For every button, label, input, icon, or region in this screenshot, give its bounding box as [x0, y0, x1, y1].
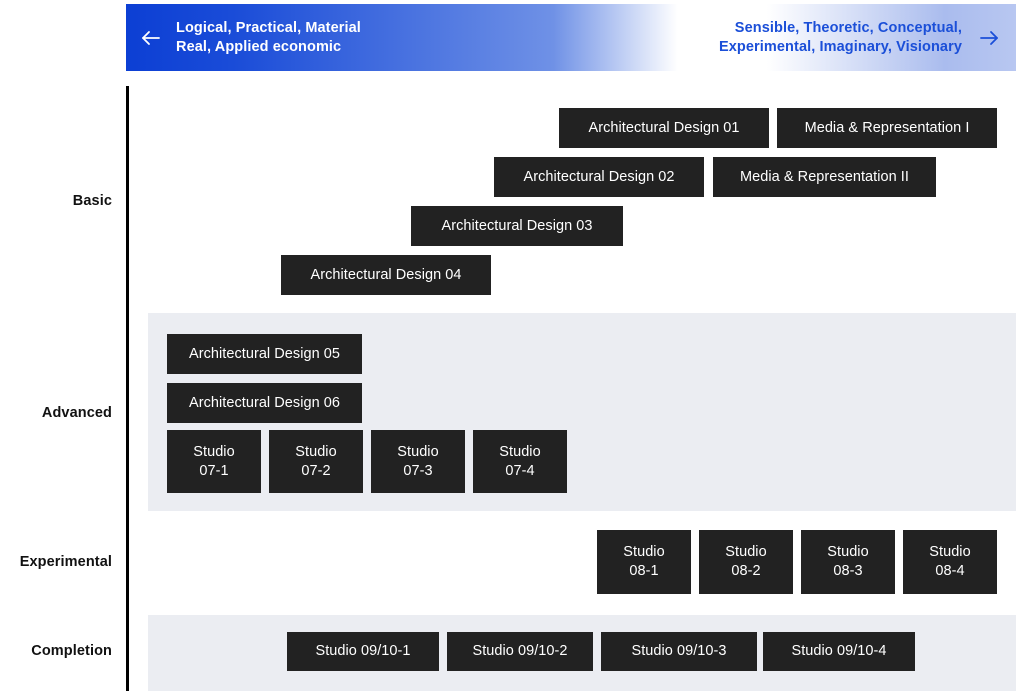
course-card-st073[interactable]: Studio 07-3: [371, 430, 465, 493]
course-card-st0910c[interactable]: Studio 09/10-3: [601, 632, 757, 671]
course-card-st083[interactable]: Studio 08-3: [801, 530, 895, 594]
course-card-ad03[interactable]: Architectural Design 03: [411, 206, 623, 246]
arrow-left-icon[interactable]: [138, 25, 164, 51]
course-card-st081[interactable]: Studio 08-1: [597, 530, 691, 594]
course-card-st082[interactable]: Studio 08-2: [699, 530, 793, 594]
course-card-ad02[interactable]: Architectural Design 02: [494, 157, 704, 197]
header-right-label: Sensible, Theoretic, Conceptual, Experim…: [718, 19, 962, 55]
row-label-advanced: Advanced: [41, 405, 112, 421]
header-right-group: Sensible, Theoretic, Conceptual, Experim…: [719, 19, 1002, 57]
row-label-completion: Completion: [31, 643, 112, 659]
row-label-experimental: Experimental: [19, 554, 112, 570]
course-card-st0910d[interactable]: Studio 09/10-4: [763, 632, 915, 671]
course-card-st071[interactable]: Studio 07-1: [167, 430, 261, 493]
arrow-right-icon[interactable]: [976, 25, 1002, 51]
course-card-ad01[interactable]: Architectural Design 01: [559, 108, 769, 148]
course-card-mr1[interactable]: Media & Representation I: [777, 108, 997, 148]
course-card-ad05[interactable]: Architectural Design 05: [167, 334, 362, 374]
course-card-st0910a[interactable]: Studio 09/10-1: [287, 632, 439, 671]
vertical-axis-line: [126, 86, 129, 691]
course-card-ad04[interactable]: Architectural Design 04: [281, 255, 491, 295]
axis-header-bar: Logical, Practical, Material Real, Appli…: [126, 4, 1016, 71]
header-left-label: Logical, Practical, Material Real, Appli…: [176, 19, 361, 55]
course-card-st084[interactable]: Studio 08-4: [903, 530, 997, 594]
course-card-ad06[interactable]: Architectural Design 06: [167, 383, 362, 423]
header-left-group: Logical, Practical, Material Real, Appli…: [138, 19, 361, 57]
row-label-basic: Basic: [72, 193, 112, 209]
course-card-st072[interactable]: Studio 07-2: [269, 430, 363, 493]
course-card-st074[interactable]: Studio 07-4: [473, 430, 567, 493]
course-card-st0910b[interactable]: Studio 09/10-2: [447, 632, 593, 671]
course-card-mr2[interactable]: Media & Representation II: [713, 157, 936, 197]
